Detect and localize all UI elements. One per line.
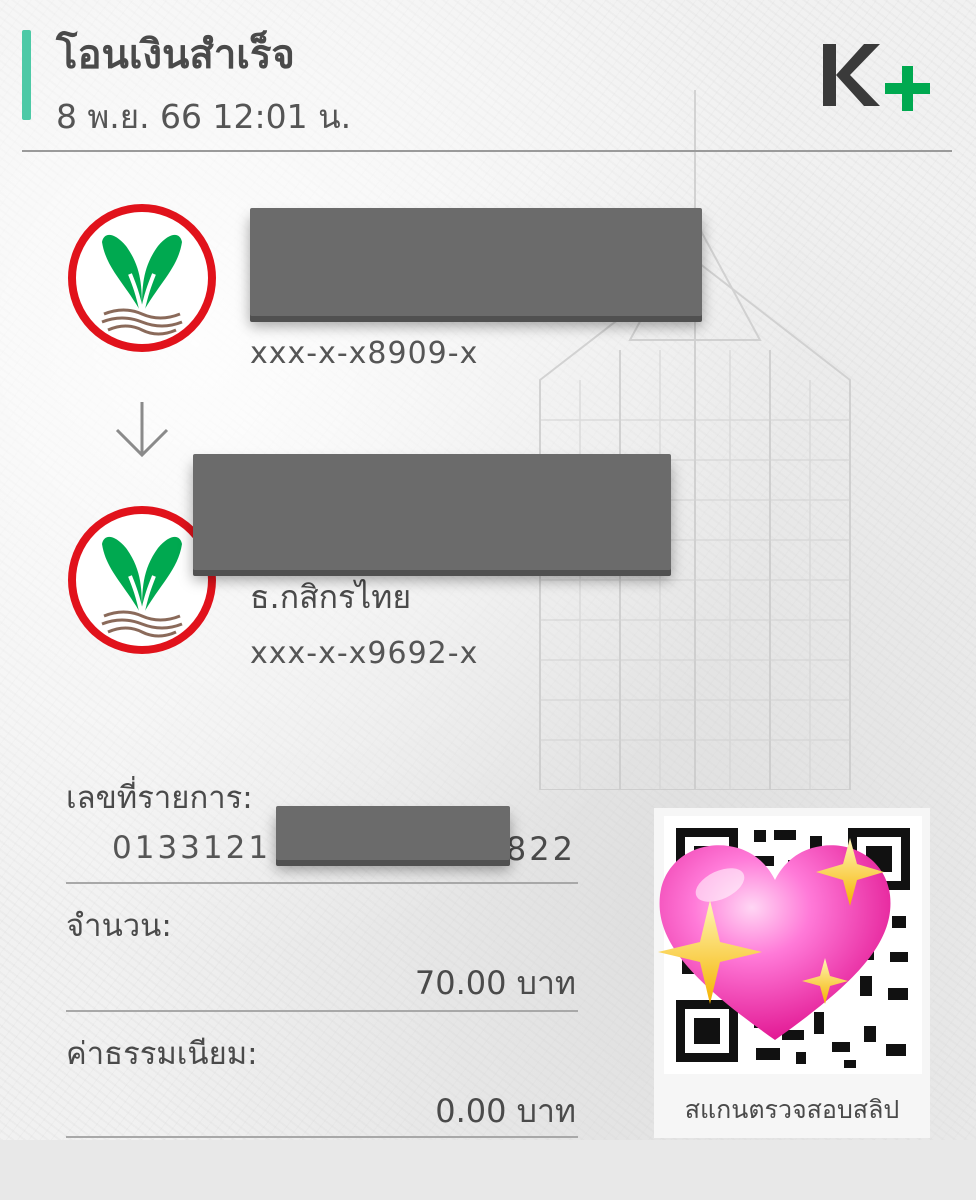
sparkling-heart-icon	[658, 838, 891, 1040]
arrow-down-icon	[115, 402, 169, 458]
header-divider	[22, 150, 952, 152]
fee-value: 0.00 บาท	[435, 1092, 576, 1130]
reference-number: 0133121	[112, 830, 271, 866]
reference-label: เลขที่รายการ:	[66, 780, 253, 816]
kplus-logo	[823, 44, 930, 111]
receiver-account-number: xxx-x-x9692-x	[250, 636, 479, 671]
fee-label: ค่าธรรมเนียม:	[66, 1036, 258, 1072]
transaction-datetime: 8 พ.ย. 66 12:01 น.	[56, 97, 352, 136]
sender-account-number: xxx-x-x8909-x	[250, 336, 479, 371]
sender-name-redaction	[250, 208, 702, 316]
reference-prefix: 0133121	[112, 830, 272, 866]
amount-label: จำนวน:	[66, 908, 172, 944]
page-title: โอนเงินสำเร็จ	[56, 32, 295, 78]
receiver-bank-name: ธ.กสิกรไทย	[250, 578, 412, 616]
divider-amount	[66, 1010, 578, 1012]
qr-caption: สแกนตรวจสอบสลิป	[684, 1095, 900, 1124]
reference-suffix: 822	[505, 830, 576, 868]
building-watermark	[539, 90, 851, 790]
receiver-name-redaction	[193, 454, 671, 570]
bottom-bar	[0, 1140, 976, 1200]
divider-fee	[66, 1136, 578, 1138]
accent-bar	[22, 30, 31, 120]
reference-redaction	[276, 806, 510, 860]
divider-reference	[66, 882, 578, 884]
transfer-slip: โอนเงินสำเร็จ 8 พ.ย. 66 12:01 น. xxx-x-x…	[0, 0, 976, 1140]
sender-bank-logo-icon	[68, 204, 216, 352]
amount-value: 70.00 บาท	[414, 964, 576, 1002]
